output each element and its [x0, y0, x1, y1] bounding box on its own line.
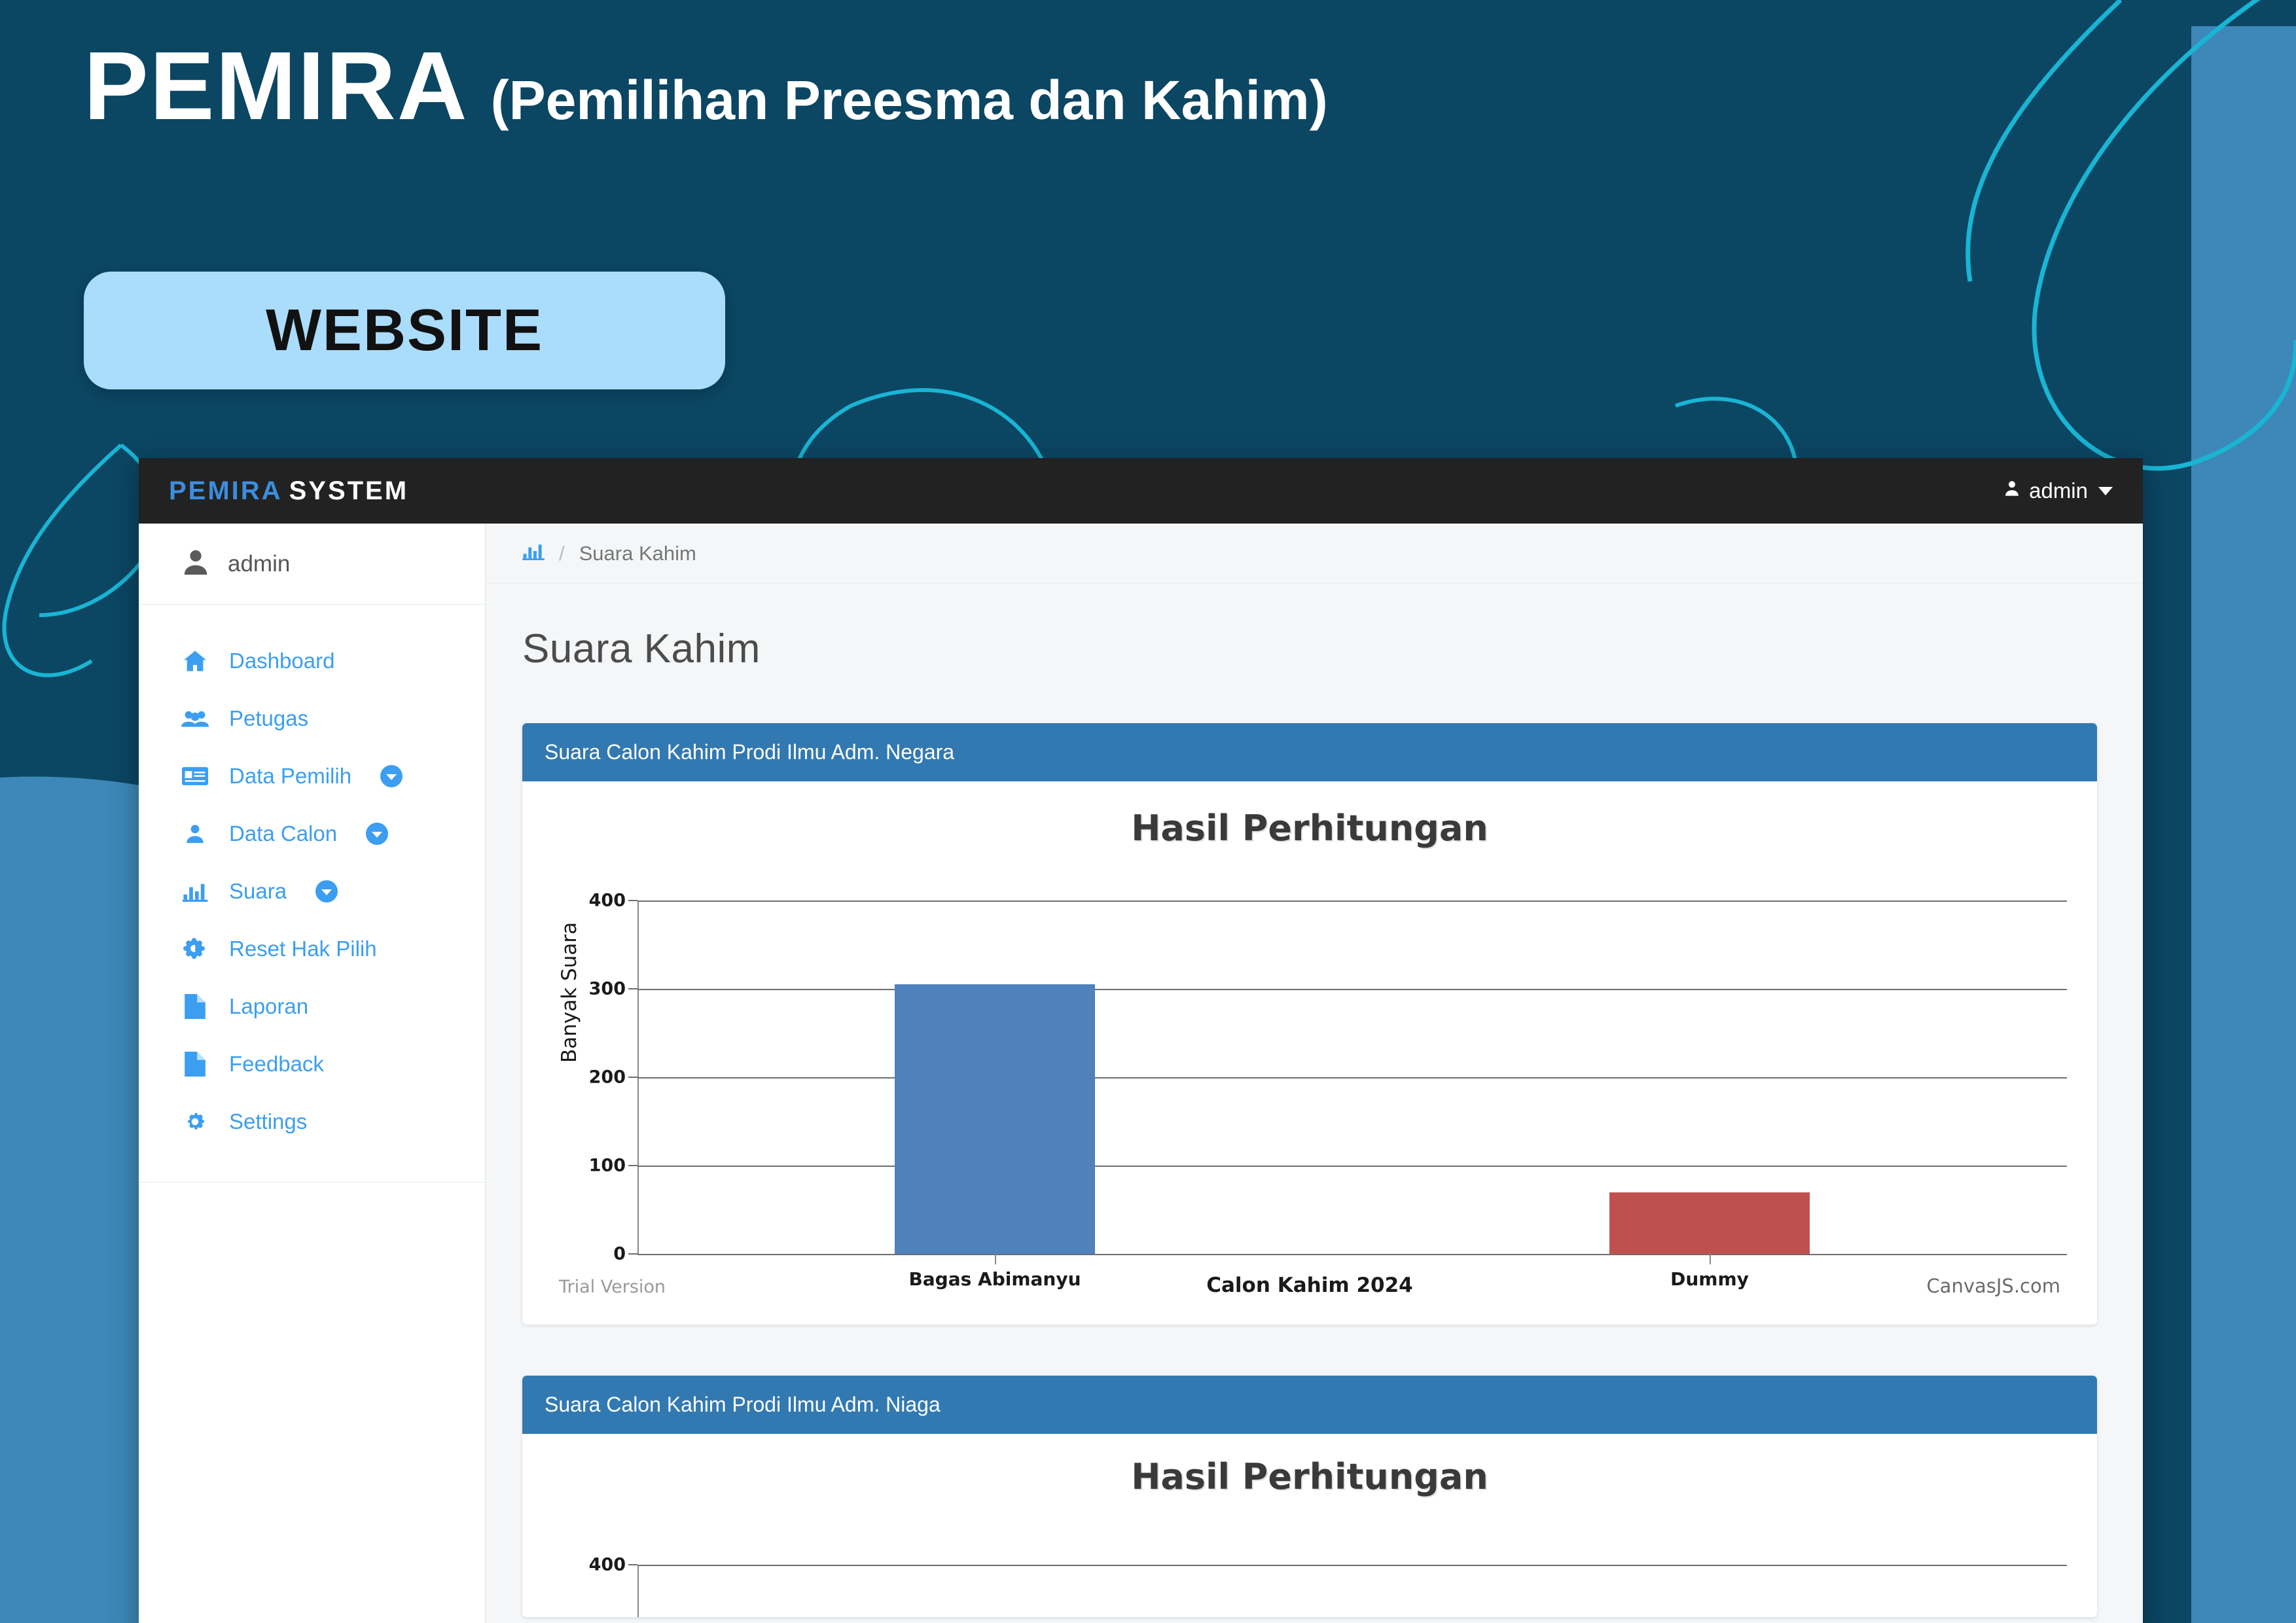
x-tick-mark [994, 1254, 996, 1264]
home-icon [181, 650, 209, 672]
chart-adm-negara: Hasil Perhitungan Banyak Suara 400 300 2… [522, 781, 2097, 1325]
y-tick-mark [628, 988, 637, 990]
topbar-user-menu[interactable]: admin [2003, 478, 2113, 503]
sidebar-item-label: Feedback [229, 1052, 324, 1076]
y-tick-mark [628, 1077, 637, 1078]
caret-down-icon [2098, 486, 2113, 495]
gridline [637, 989, 2067, 990]
sidebar-item-laporan[interactable]: Laporan [139, 978, 485, 1035]
sidebar-item-label: Data Calon [229, 821, 338, 846]
sidebar-menu: Dashboard Petugas Data Pemilih Data Calo… [139, 605, 485, 1183]
id-card-icon [181, 766, 209, 786]
card-suara-adm-negara: Suara Calon Kahim Prodi Ilmu Adm. Negara… [522, 723, 2097, 1325]
sidebar-item-dashboard[interactable]: Dashboard [139, 632, 485, 690]
app-topbar: PEMIRA SYSTEM admin [139, 458, 2143, 524]
chart-title: Hasil Perhitungan [1131, 808, 1488, 849]
sidebar-user-panel[interactable]: admin [139, 524, 485, 605]
chevron-down-icon[interactable] [366, 823, 389, 845]
y-tick-label: 0 [613, 1243, 626, 1264]
chart-plot-area: 400 300 200 100 0 Bagas Abimanyu Dummy [589, 891, 2067, 1290]
y-tick-mark [628, 1165, 637, 1166]
y-tick-label: 100 [588, 1155, 626, 1176]
sidebar-divider [139, 1182, 485, 1183]
bar-bagas-abimanyu[interactable]: Bagas Abimanyu [895, 984, 1095, 1290]
sidebar-item-settings[interactable]: Settings [139, 1093, 485, 1150]
y-tick-mark [628, 900, 637, 901]
y-tick-label: 200 [588, 1067, 626, 1088]
main-content: / Suara Kahim Suara Kahim Suara Calon Ka… [486, 524, 2143, 1623]
chart-plot-area: 400 [589, 1555, 2067, 1617]
chart-adm-niaga: Hasil Perhitungan 400 [522, 1434, 2097, 1617]
sidebar-item-suara[interactable]: Suara [139, 863, 485, 920]
app-window: PEMIRA SYSTEM admin admin Dashboard Petu… [139, 458, 2143, 1623]
y-tick-label: 400 [588, 890, 626, 911]
chart-y-axis-line [637, 1565, 639, 1617]
card-title: Suara Calon Kahim Prodi Ilmu Adm. Niaga [522, 1376, 2097, 1434]
poster-badge-label: WEBSITE [265, 297, 543, 363]
breadcrumb: / Suara Kahim [486, 524, 2143, 584]
gridline [637, 1254, 2067, 1255]
cogs-icon [181, 938, 209, 960]
gridline [637, 901, 2067, 902]
chevron-down-icon[interactable] [315, 880, 338, 902]
brand-primary: PEMIRA [169, 476, 283, 505]
app-brand[interactable]: PEMIRA SYSTEM [169, 476, 408, 506]
chart-y-axis-label: Banyak Suara [558, 921, 581, 1063]
brand-secondary: SYSTEM [289, 476, 409, 505]
sidebar-item-label: Reset Hak Pilih [229, 936, 377, 961]
sidebar: admin Dashboard Petugas Data Pemilih Dat… [139, 524, 486, 1623]
y-tick-label: 400 [588, 1554, 626, 1575]
bar-chart-icon[interactable] [522, 542, 545, 565]
breadcrumb-current: Suara Kahim [579, 541, 696, 565]
sidebar-item-label: Settings [229, 1109, 308, 1133]
y-tick-mark [628, 1564, 637, 1565]
sidebar-item-label: Suara [229, 879, 287, 903]
bar-chart-icon [181, 881, 209, 902]
sidebar-item-label: Data Pemilih [229, 764, 352, 788]
file-icon [181, 1052, 209, 1077]
sidebar-item-feedback[interactable]: Feedback [139, 1035, 485, 1093]
gridline [637, 1077, 2067, 1079]
y-tick-label: 300 [588, 978, 626, 999]
y-tick-mark [628, 1253, 637, 1255]
users-icon [181, 708, 209, 729]
card-body: Hasil Perhitungan 400 [522, 1434, 2097, 1617]
card-title: Suara Calon Kahim Prodi Ilmu Adm. Negara [522, 723, 2097, 781]
page-title: Suara Kahim [522, 626, 761, 671]
poster-website-badge: WEBSITE [84, 272, 725, 389]
app-body: admin Dashboard Petugas Data Pemilih Dat… [139, 524, 2143, 1623]
sidebar-item-label: Laporan [229, 994, 309, 1018]
sidebar-item-petugas[interactable]: Petugas [139, 690, 485, 747]
user-icon [2003, 478, 2021, 503]
sidebar-item-data-calon[interactable]: Data Calon [139, 805, 485, 863]
file-icon [181, 994, 209, 1019]
sidebar-user-name: admin [228, 550, 291, 577]
sidebar-item-reset-hak-pilih[interactable]: Reset Hak Pilih [139, 920, 485, 978]
user-avatar-icon [181, 546, 211, 581]
bar-dummy[interactable]: Dummy [1609, 1192, 1810, 1290]
chart-title: Hasil Perhitungan [1131, 1456, 1488, 1497]
gridline [637, 1166, 2067, 1167]
poster-title: PEMIRA (Pemilihan Preesma dan Kahim) [84, 38, 1328, 135]
sidebar-item-label: Petugas [229, 706, 309, 730]
breadcrumb-separator: / [559, 541, 565, 565]
sidebar-item-label: Dashboard [229, 649, 335, 673]
poster-title-main: PEMIRA [84, 32, 469, 140]
card-body: Hasil Perhitungan Banyak Suara 400 300 2… [522, 781, 2097, 1325]
card-suara-adm-niaga: Suara Calon Kahim Prodi Ilmu Adm. Niaga … [522, 1376, 2097, 1617]
gridline [637, 1565, 2067, 1566]
chevron-down-icon[interactable] [380, 765, 403, 787]
x-tick-mark [1709, 1254, 1711, 1264]
sidebar-item-data-pemilih[interactable]: Data Pemilih [139, 747, 485, 805]
poster-title-sub: (Pemilihan Preesma dan Kahim) [490, 69, 1328, 131]
user-icon [181, 823, 209, 845]
chart-credit: CanvasJS.com [1926, 1275, 2060, 1297]
chart-x-axis-label: Calon Kahim 2024 [1206, 1274, 1413, 1297]
gear-icon [181, 1110, 209, 1133]
topbar-user-label: admin [2029, 478, 2088, 503]
